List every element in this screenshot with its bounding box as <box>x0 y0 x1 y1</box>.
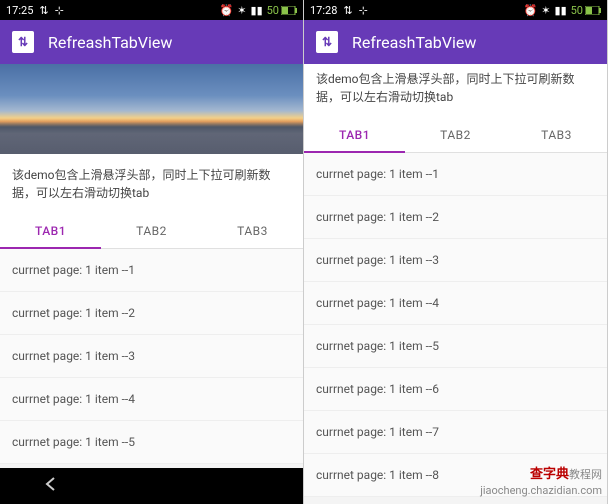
debug-icon: ⊹ <box>359 4 368 17</box>
wifi-icon: ✶ <box>541 4 550 17</box>
list-item[interactable]: currnet page: 1 item --4 <box>304 282 607 325</box>
tab-bar: TAB1 TAB2 TAB3 <box>304 118 607 153</box>
app-icon: ⇅ <box>316 31 338 53</box>
status-time: 17:28 <box>310 4 337 17</box>
list-view[interactable]: currnet page: 1 item --1 currnet page: 1… <box>0 249 303 468</box>
tab-bar: TAB1 TAB2 TAB3 <box>0 214 303 249</box>
list-item[interactable]: currnet page: 1 item --2 <box>304 196 607 239</box>
app-title: RefreashTabView <box>48 33 172 52</box>
alarm-icon: ⏰ <box>524 4 538 17</box>
app-bar: ⇅ RefreashTabView <box>0 20 303 64</box>
debug-icon: ⊹ <box>55 4 64 17</box>
signal-icon: ▮▮ <box>555 4 567 17</box>
status-time: 17:25 <box>6 4 33 17</box>
list-item[interactable]: currnet page: 1 item --5 <box>0 421 303 464</box>
alarm-icon: ⏰ <box>220 4 234 17</box>
list-item[interactable]: currnet page: 1 item --2 <box>0 292 303 335</box>
back-button[interactable] <box>31 475 71 497</box>
list-item[interactable]: currnet page: 1 item --7 <box>304 411 607 454</box>
signal-icon: ▮▮ <box>251 4 263 17</box>
list-item[interactable]: currnet page: 1 item --8 <box>304 454 607 497</box>
header-image[interactable] <box>0 64 303 154</box>
battery-indicator: 50 <box>267 4 297 17</box>
wifi-icon: ✶ <box>237 4 246 17</box>
description-text: 该demo包含上滑悬浮头部，同时上下拉可刷新数据，可以左右滑动切换tab <box>0 154 303 214</box>
usb-icon: ⇅ <box>343 4 352 17</box>
battery-indicator: 50 <box>571 4 601 17</box>
list-item[interactable]: currnet page: 1 item --4 <box>0 378 303 421</box>
tab-3[interactable]: TAB3 <box>506 118 607 152</box>
tab-2[interactable]: TAB2 <box>101 214 202 248</box>
tab-1[interactable]: TAB1 <box>304 118 405 152</box>
nav-bar <box>0 468 303 504</box>
list-item[interactable]: currnet page: 1 item --1 <box>304 153 607 196</box>
phone-right: 17:28 ⇅ ⊹ ⏰ ✶ ▮▮ 50 ⇅ RefreashTabView 该d… <box>304 0 608 504</box>
tab-2[interactable]: TAB2 <box>405 118 506 152</box>
list-item[interactable]: currnet page: 1 item --5 <box>304 325 607 368</box>
list-item[interactable]: currnet page: 1 item --3 <box>304 239 607 282</box>
tab-1[interactable]: TAB1 <box>0 214 101 248</box>
app-icon: ⇅ <box>12 31 34 53</box>
tab-3[interactable]: TAB3 <box>202 214 303 248</box>
list-item[interactable]: currnet page: 1 item --6 <box>304 368 607 411</box>
description-text: 该demo包含上滑悬浮头部，同时上下拉可刷新数据，可以左右滑动切换tab <box>304 64 607 118</box>
app-title: RefreashTabView <box>352 33 476 52</box>
app-bar: ⇅ RefreashTabView <box>304 20 607 64</box>
list-item[interactable]: currnet page: 1 item --1 <box>0 249 303 292</box>
list-view[interactable]: currnet page: 1 item --1 currnet page: 1… <box>304 153 607 504</box>
list-item[interactable]: currnet page: 1 item --3 <box>0 335 303 378</box>
status-bar: 17:28 ⇅ ⊹ ⏰ ✶ ▮▮ 50 <box>304 0 607 20</box>
usb-icon: ⇅ <box>39 4 48 17</box>
status-bar: 17:25 ⇅ ⊹ ⏰ ✶ ▮▮ 50 <box>0 0 303 20</box>
phone-left: 17:25 ⇅ ⊹ ⏰ ✶ ▮▮ 50 ⇅ RefreashTabView 该d… <box>0 0 304 504</box>
